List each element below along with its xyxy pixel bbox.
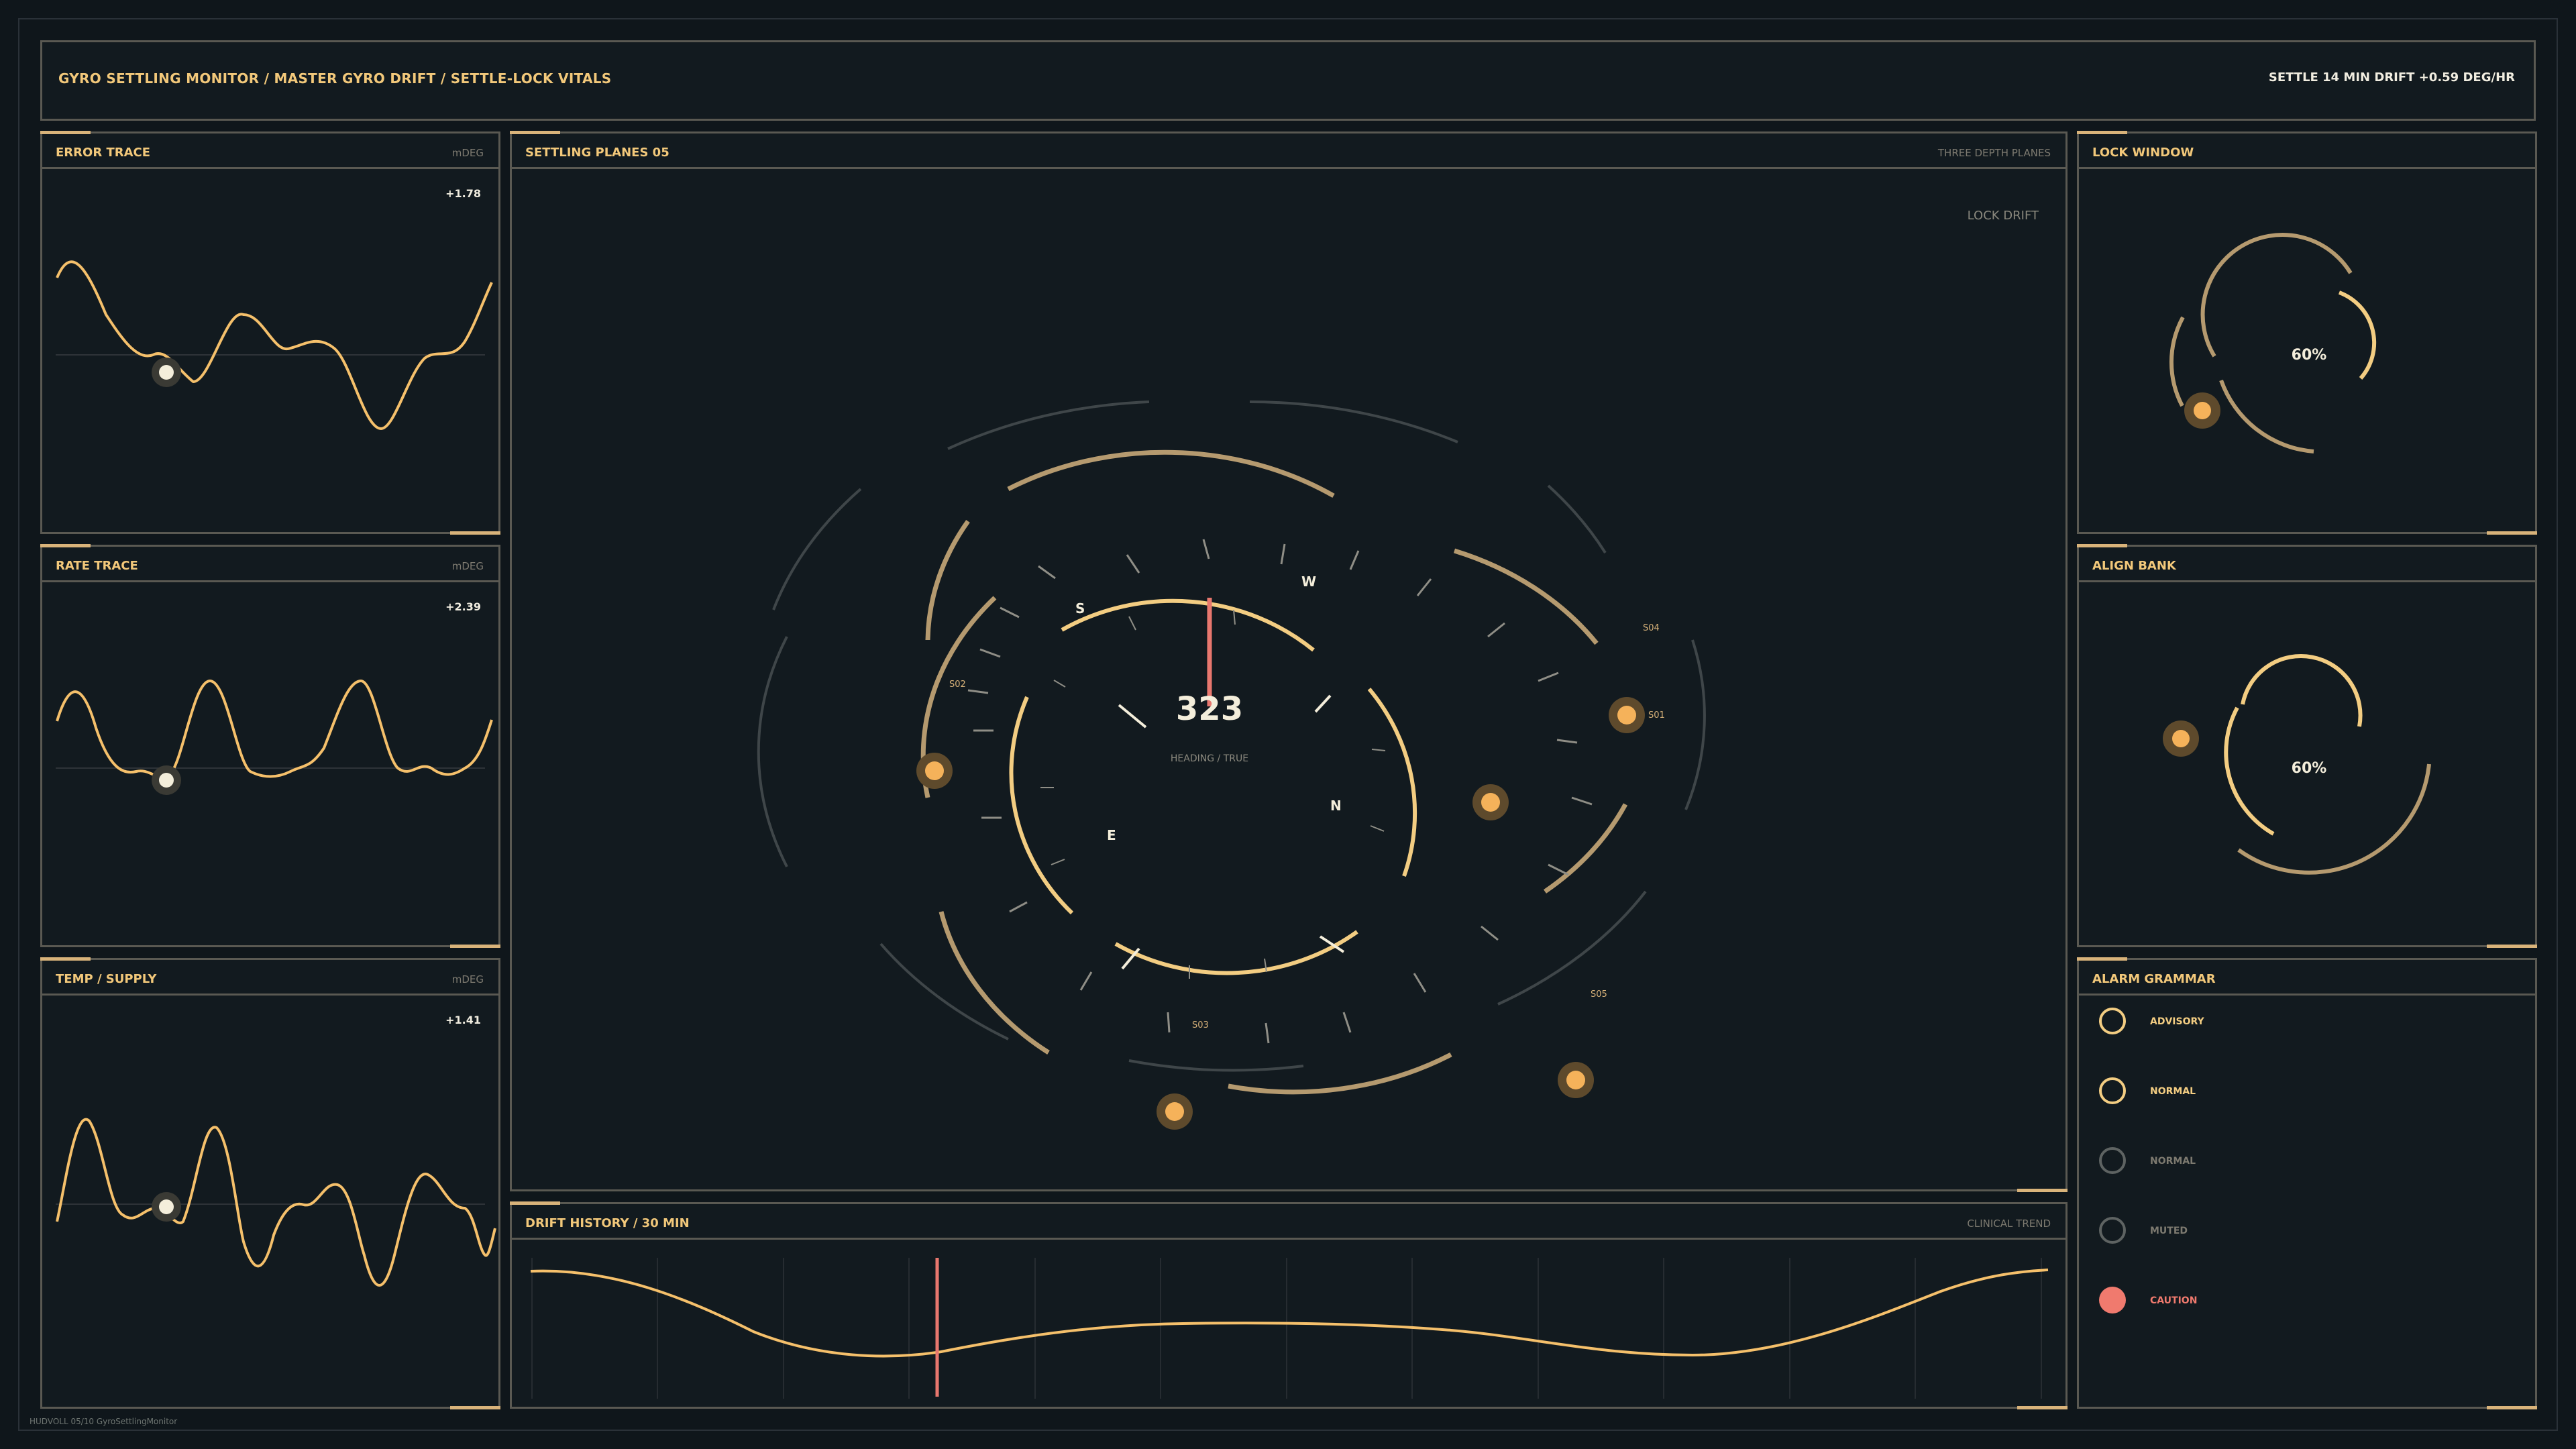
middle-plane <box>920 449 1628 1095</box>
inner-plane <box>1009 598 1417 975</box>
cardinal-n: N <box>1330 798 1342 814</box>
gauge-marker[interactable] <box>2194 402 2211 419</box>
panel-accent <box>2077 957 2127 961</box>
panel-accent <box>2017 1189 2068 1192</box>
align-bank-gauge <box>2163 653 2431 875</box>
panel-accent <box>450 945 500 948</box>
error-trace-chart <box>56 260 493 431</box>
alarm-label-muted: MUTED <box>2150 1226 2188 1236</box>
lock-window-gauge <box>2169 233 2377 453</box>
trace-cursor[interactable] <box>159 773 174 788</box>
inner-ticks <box>1040 609 1386 979</box>
align-bank-value: 60% <box>2291 760 2327 777</box>
drift-history-chart <box>530 1258 2049 1399</box>
rate-trace-chart <box>56 679 493 795</box>
temp-trace-line <box>56 1118 496 1287</box>
alarm-label-advisory: ADVISORY <box>2150 1016 2204 1027</box>
settling-planes-panel: SETTLING PLANES 05 THREE DEPTH PLANES LO… <box>510 131 2068 1192</box>
panel-accent <box>2017 1406 2068 1409</box>
outer-plane <box>757 400 1706 1072</box>
panel-accent <box>450 531 500 535</box>
temp-supply-chart <box>56 1118 496 1287</box>
caution-indicator[interactable] <box>2099 1287 2126 1313</box>
marker-label: S04 <box>1643 623 1660 633</box>
panel-accent <box>2487 945 2537 948</box>
lock-window-value: 60% <box>2291 347 2327 364</box>
cardinal-e: E <box>1107 827 1116 843</box>
temp-supply-panel[interactable]: TEMP / SUPPLY mDEG +1.41 <box>40 957 500 1409</box>
align-bank-panel[interactable]: ALIGN BANK 60% <box>2077 544 2537 948</box>
alarm-grammar-panel: ALARM GRAMMAR ADVISORY NORMAL NORMAL MUT… <box>2077 957 2537 1409</box>
header-bar: GYRO SETTLING MONITOR / MASTER GYRO DRIF… <box>40 40 2536 121</box>
normal-dim-indicator[interactable] <box>2099 1147 2126 1174</box>
alarm-label-normal: NORMAL <box>2150 1086 2196 1097</box>
gyro-planes-diagram <box>757 400 1706 1130</box>
cardinal-s: S <box>1075 600 1085 616</box>
marker-s01[interactable] <box>1472 784 1509 820</box>
panel-divider <box>2079 994 2535 996</box>
cardinal-w: W <box>1301 574 1317 590</box>
rate-trace-line <box>56 679 493 778</box>
marker-s04[interactable] <box>1609 697 1645 733</box>
panel-accent <box>450 1406 500 1409</box>
normal-indicator[interactable] <box>2099 1077 2126 1104</box>
time-gridlines <box>531 1258 2042 1399</box>
page-title: GYRO SETTLING MONITOR / MASTER GYRO DRIF… <box>58 70 612 87</box>
alarm-label-caution: CAUTION <box>2150 1295 2198 1306</box>
advisory-indicator[interactable] <box>2099 1008 2126 1034</box>
panel-accent <box>2487 1406 2537 1409</box>
heading-label: HEADING / TRUE <box>1170 753 1249 764</box>
drift-history-panel[interactable]: DRIFT HISTORY / 30 MIN CLINICAL TREND <box>510 1201 2068 1409</box>
trace-cursor[interactable] <box>159 365 174 380</box>
muted-indicator[interactable] <box>2099 1217 2126 1244</box>
marker-s03[interactable] <box>1157 1093 1193 1130</box>
footer-label: HUDVOLL 05/10 GyroSettlingMonitor <box>30 1417 178 1426</box>
heading-value: 323 <box>1175 690 1244 728</box>
rate-trace-panel[interactable]: RATE TRACE mDEG +2.39 <box>40 544 500 948</box>
error-trace-line <box>56 260 493 431</box>
gauge-marker[interactable] <box>2172 730 2190 747</box>
panel-accent <box>2487 531 2537 535</box>
header-status: SETTLE 14 MIN DRIFT +0.59 DEG/HR <box>2268 70 2515 85</box>
error-trace-panel[interactable]: ERROR TRACE mDEG +1.78 <box>40 131 500 535</box>
alarm-label-normal-dim: NORMAL <box>2150 1156 2196 1167</box>
marker-label: S01 <box>1648 710 1665 720</box>
trace-cursor[interactable] <box>159 1199 174 1214</box>
marker-label: S02 <box>949 680 966 690</box>
marker-s02[interactable] <box>916 753 953 789</box>
drift-history-line <box>530 1269 2049 1358</box>
panel-title: ALARM GRAMMAR <box>2092 972 2216 986</box>
marker-label: S03 <box>1192 1020 1209 1030</box>
lock-window-panel[interactable]: LOCK WINDOW 60% <box>2077 131 2537 535</box>
cardinal-ticks <box>1118 694 1345 970</box>
marker-s05[interactable] <box>1558 1062 1594 1098</box>
marker-label: S05 <box>1591 989 1607 1000</box>
